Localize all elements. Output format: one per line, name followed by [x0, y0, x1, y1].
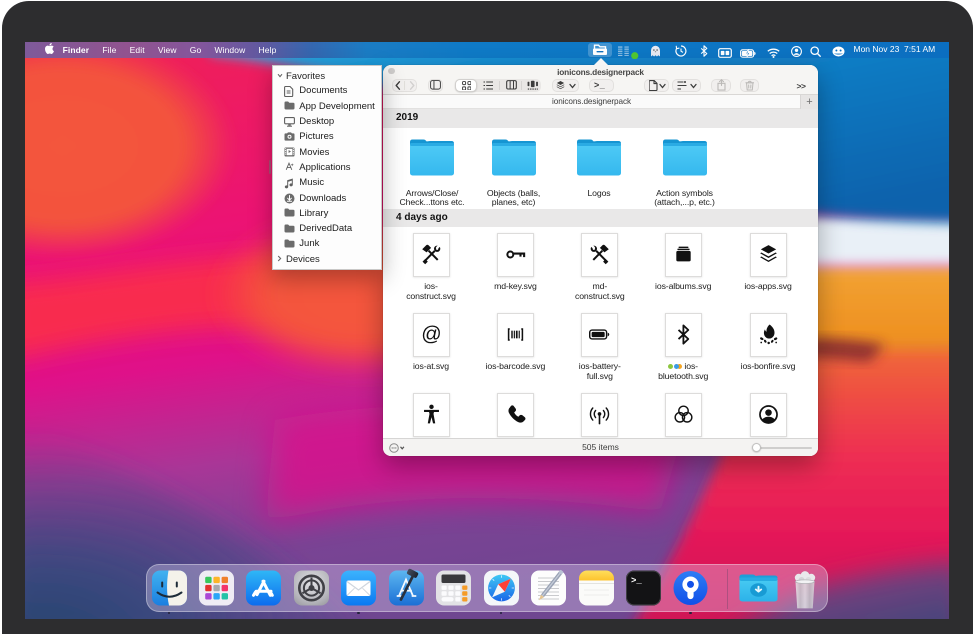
svg-text:@: @ [421, 324, 441, 346]
svg-text:>_: >_ [631, 576, 642, 586]
